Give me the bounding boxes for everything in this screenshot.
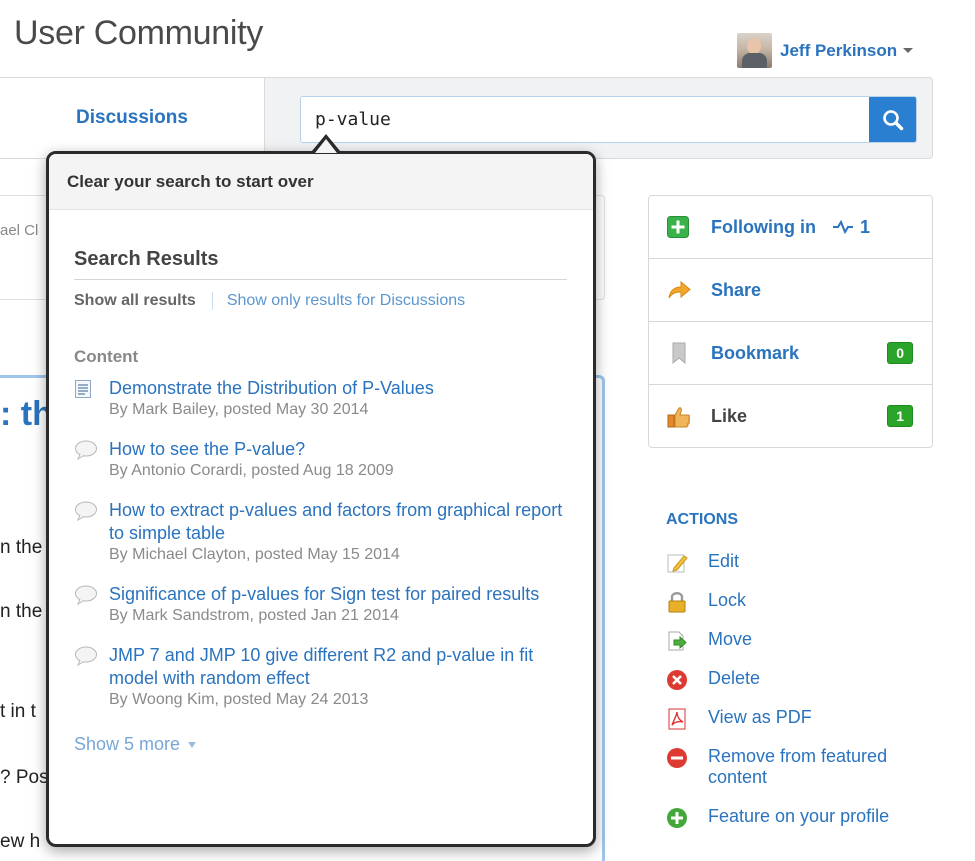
bookmark-icon [667, 342, 693, 364]
feature-profile-action[interactable]: Feature on your profile [666, 806, 928, 831]
edit-action[interactable]: Edit [666, 551, 928, 576]
remove-icon [666, 747, 690, 771]
search-result-meta: By Antonio Corardi, posted Aug 18 2009 [109, 462, 394, 479]
user-name: Jeff Perkinson [780, 40, 898, 60]
tab-discussions[interactable]: Discussions [0, 78, 265, 158]
search-result-item: How to see the P-value? By Antonio Corar… [74, 438, 567, 481]
delete-icon [666, 669, 690, 693]
search-result-title[interactable]: How to see the P-value? [109, 438, 567, 461]
user-menu[interactable]: Jeff Perkinson [737, 33, 914, 68]
share-label: Share [711, 279, 762, 300]
actions-heading: ACTIONS [666, 511, 738, 528]
triangle-down-icon [188, 741, 197, 748]
background-text: n the [0, 601, 43, 622]
search-result-item: JMP 7 and JMP 10 give different R2 and p… [74, 644, 567, 710]
move-label: Move [708, 629, 753, 649]
share-button[interactable]: Share [649, 259, 932, 322]
filter-divider [211, 292, 213, 310]
view-pdf-action[interactable]: View as PDF [666, 707, 928, 732]
background-text: ew h [0, 831, 41, 852]
speech-bubble-icon [75, 501, 97, 522]
plus-icon [667, 216, 693, 238]
pencil-icon [666, 552, 690, 576]
thumbs-up-icon [667, 406, 693, 428]
dropdown-pointer-inner [315, 139, 337, 153]
search-result-meta: By Michael Clayton, posted May 15 2014 [109, 546, 400, 563]
follow-label: Following in [711, 216, 816, 237]
bookmark-count-badge: 0 [887, 342, 913, 364]
lock-icon [666, 591, 690, 615]
lock-label: Lock [708, 590, 747, 610]
show-more-link[interactable]: Show 5 more [74, 734, 197, 755]
content-actions-panel: Following in 1 Share Bookmark 0 Like 1 [648, 195, 933, 448]
search-button[interactable] [869, 97, 916, 142]
show-all-results-link[interactable]: Show all results [74, 292, 196, 310]
edit-label: Edit [708, 551, 740, 571]
like-button[interactable]: Like 1 [649, 385, 932, 447]
like-label: Like [711, 406, 748, 426]
speech-bubble-icon [75, 440, 97, 461]
lock-action[interactable]: Lock [666, 590, 928, 615]
search-result-title[interactable]: JMP 7 and JMP 10 give different R2 and p… [109, 644, 567, 690]
background-heading: : th [0, 395, 53, 433]
view-pdf-label: View as PDF [708, 707, 812, 727]
chevron-down-icon [903, 48, 914, 53]
search-result-item: Demonstrate the Distribution of P-Values… [74, 377, 567, 420]
activity-icon [832, 220, 853, 234]
feature-profile-label: Feature on your profile [708, 806, 890, 826]
background-text: n the [0, 537, 43, 558]
follow-count: 1 [859, 216, 870, 237]
like-count-badge: 1 [887, 405, 913, 427]
search-result-meta: By Mark Sandstrom, posted Jan 21 2014 [109, 607, 399, 624]
site-title: User Community [14, 14, 263, 52]
navbar: Discussions [0, 77, 933, 159]
search-result-title[interactable]: Demonstrate the Distribution of P-Values [109, 377, 567, 400]
search-icon [882, 109, 903, 130]
share-arrow-icon [667, 279, 693, 301]
document-icon [75, 380, 91, 398]
speech-bubble-icon [75, 646, 97, 667]
avatar [737, 33, 772, 68]
search-result-meta: By Mark Bailey, posted May 30 2014 [109, 401, 369, 418]
show-more-label: Show 5 more [74, 734, 181, 754]
background-text: ? Pos [0, 767, 49, 788]
search-results-dropdown: Clear your search to start over Search R… [46, 151, 596, 847]
remove-featured-action[interactable]: Remove from featured content [666, 746, 928, 788]
search-results-title: Search Results [74, 248, 567, 280]
move-action[interactable]: Move [666, 629, 928, 654]
clear-search-link[interactable]: Clear your search to start over [49, 154, 593, 210]
tab-discussions-label: Discussions [76, 107, 188, 128]
bookmark-button[interactable]: Bookmark 0 [649, 322, 932, 385]
background-card-text: ael Cl [0, 222, 39, 239]
search-result-meta: By Woong Kim, posted May 24 2013 [109, 691, 369, 708]
pdf-icon [666, 708, 690, 732]
delete-action[interactable]: Delete [666, 668, 928, 693]
speech-bubble-icon [75, 585, 97, 606]
search-result-item: How to extract p-values and factors from… [74, 499, 567, 565]
background-text: t in t [0, 701, 36, 722]
search-input[interactable] [301, 97, 869, 142]
follow-button[interactable]: Following in 1 [649, 196, 932, 259]
move-icon [666, 630, 690, 654]
remove-featured-label: Remove from featured content [708, 746, 888, 787]
search-box [300, 96, 917, 143]
content-section-label: Content [74, 347, 139, 366]
search-result-item: Significance of p-values for Sign test f… [74, 583, 567, 626]
result-filters: Show all results Show only results for D… [74, 292, 567, 310]
show-discussions-results-link[interactable]: Show only results for Discussions [227, 292, 465, 310]
search-result-title[interactable]: How to extract p-values and factors from… [109, 499, 567, 545]
search-result-title[interactable]: Significance of p-values for Sign test f… [109, 583, 567, 606]
add-icon [666, 807, 690, 831]
delete-label: Delete [708, 668, 761, 688]
bookmark-label: Bookmark [711, 342, 800, 363]
